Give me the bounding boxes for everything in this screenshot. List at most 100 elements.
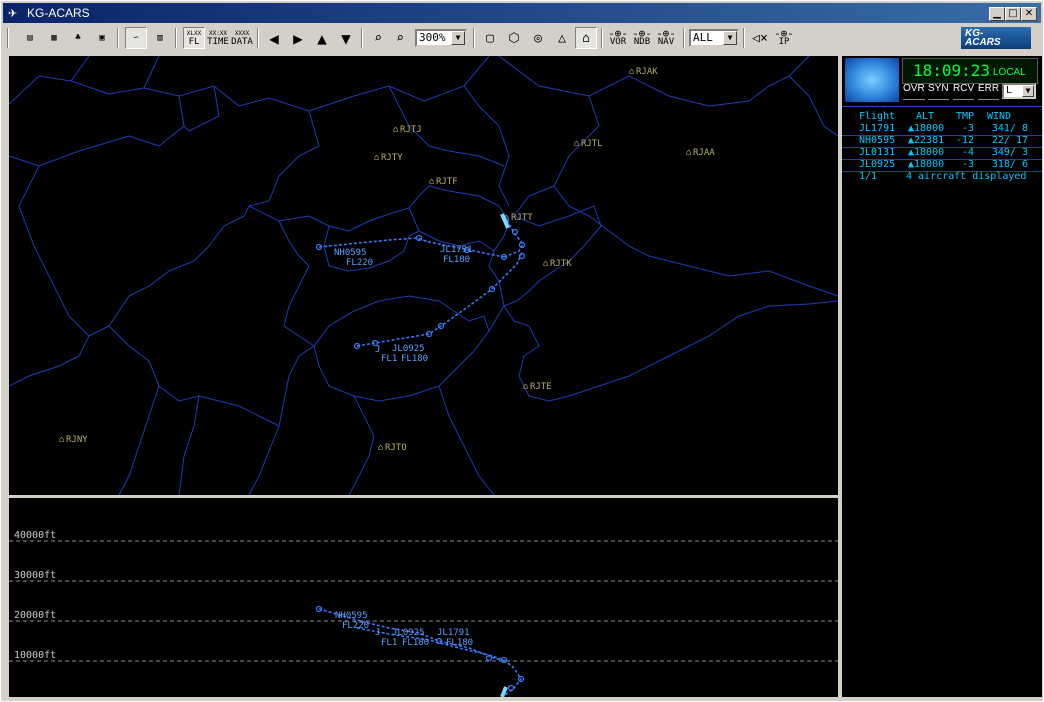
flight-label[interactable]: FL220 [346,258,373,268]
airports-layer: ⌂ RJAK⌂ RJTJ⌂ RJTL⌂ RJAA⌂ RJTY⌂ RJTF⌂ RJTT⌂ RJTK… [59,67,715,453]
clock-display: 18:09:23 LOCAL [902,58,1038,84]
airport-icon[interactable]: ⌂ [575,27,597,49]
airport-marker[interactable]: ⌂ RJTJ [393,125,422,135]
cell-wind: 341/ 8 [991,123,1028,134]
err-indicator: ERR [978,83,1000,100]
altitude-profile-view[interactable]: 40000ft 30000ft 20000ft 10000ft NH0595 FL220… [9,498,838,697]
maximize-button[interactable]: □ [1005,7,1021,21]
map-view[interactable]: ⌂ RJAK ⌂ RJTJ ⌂ RJTL ⌂ RJAA ⌂ RJTY ⌂ RJTF ⌂ RJTT ⌂ RJTK… [9,56,838,495]
ip-button[interactable]: -⊕- IP [773,27,795,49]
clock-mode: LOCAL [993,67,1026,78]
zoom-select[interactable]: 300% ▼ [415,29,467,47]
cell-alt: ▲18000 [908,159,945,170]
cell-tmp: -12 [955,135,974,146]
filter-value: ALL [693,31,713,44]
profile-labels: NH0595FL220 JL0925 JL1791 FL1 FL180 FL180 J [335,611,473,648]
airport-marker[interactable]: ⌂ RJTF [429,177,458,187]
flight-label[interactable]: JL1791 [440,245,473,255]
time-button[interactable]: XX:XX TIME [207,27,229,49]
profile-canvas[interactable]: 40000ft 30000ft 20000ft 10000ft NH0595FL220… [9,498,838,697]
new-icon[interactable]: ▥ [149,27,171,49]
airport-marker[interactable]: ⌂ RJTE [523,382,552,392]
profile-flight-label[interactable]: JL1791 [437,628,470,638]
window-title: KG-ACARS [27,6,90,20]
cell-tmp: -3 [961,123,974,134]
airport-code: RJTK [550,259,572,269]
altitude-label: 40000ft [14,530,56,541]
close-button[interactable]: ✕ [1021,7,1037,21]
side-panel: 18:09:23 LOCAL OVR SYN RCV ERR L ▼ Fligh… [842,56,1042,697]
pan-right-icon[interactable]: ▶ [287,27,309,49]
profile-flight-label[interactable]: FL180 [402,638,429,648]
range-ring-icon[interactable]: ◎ [527,27,549,49]
filter-select[interactable]: ALL ▼ [689,29,739,47]
zoom-in-icon[interactable]: ⌕ [367,27,389,49]
airport-icon: ⌂ [686,148,691,158]
aircraft-icon[interactable]: ♣ [67,27,89,49]
airport-marker[interactable]: ⌂ RJNY [59,435,88,445]
aircraft-profile-symbol[interactable] [500,686,508,697]
pan-down-icon[interactable]: ▼ [335,27,357,49]
message-icon[interactable]: ▦ [43,27,65,49]
airport-code: RJTO [385,443,407,453]
airport-icon: ⌂ [378,443,383,453]
flight-label[interactable]: FL180 [443,255,470,265]
track-icon[interactable]: ∽ [125,27,147,49]
profile-flight-label[interactable]: FL1 [381,638,397,648]
title-bar[interactable]: ✈ KG-ACARS ▁ □ ✕ [3,3,1041,23]
fit-icon[interactable]: ▢ [479,27,501,49]
flight-label[interactable]: J [375,345,380,355]
airport-marker[interactable]: ⌂ RJTL [574,139,603,149]
route-icon[interactable]: ⬡ [503,27,525,49]
airport-marker[interactable]: ⌂ RJTK [543,259,572,269]
profile-flight-label[interactable]: J [375,628,380,638]
airport-code: RJTE [530,382,552,392]
triangle-icon[interactable]: △ [551,27,573,49]
vor-label: VOR [609,37,627,47]
flight-label[interactable]: JL0925 [392,344,425,354]
airport-code: RJAA [693,148,715,158]
display-icon[interactable]: ▣ [91,27,113,49]
app-window: ✈ KG-ACARS ▁ □ ✕ ▤ ▦ ♣ ▣ ∽ ▥ XLXX FL XX:X… [0,0,1044,702]
airport-code: RJTT [511,213,533,223]
mute-icon[interactable]: ◁× [749,27,771,49]
minimize-button[interactable]: ▁ [989,7,1005,21]
profile-flight-label[interactable]: FL180 [446,638,473,648]
chevron-down-icon[interactable]: ▼ [723,31,737,45]
pan-up-icon[interactable]: ▲ [311,27,333,49]
airport-code: RJTL [581,139,603,149]
mode-select[interactable]: L ▼ [1002,83,1036,99]
airport-marker[interactable]: ⌂ RJAA [686,148,715,158]
fl-label: FL [188,37,200,47]
profile-flight-label[interactable]: JL0925 [392,628,425,638]
list-icon[interactable]: ▤ [19,27,41,49]
cell-flight: NH0595 [859,135,896,146]
airport-icon: ⌂ [523,382,528,392]
table-footer: 1/1 4 aircraft displayed [842,171,1042,183]
data-button[interactable]: XXXX DATA [231,27,253,49]
cell-alt: ▲18000 [908,147,945,158]
vor-button[interactable]: -⊕- VOR [607,27,629,49]
cell-alt: ▲18000 [908,123,945,134]
chevron-down-icon[interactable]: ▼ [1022,85,1034,97]
flight-label[interactable]: FL1 [381,354,397,364]
chevron-down-icon[interactable]: ▼ [451,31,465,45]
airport-marker[interactable]: ⌂ RJTO [378,443,407,453]
flight-label[interactable]: FL180 [401,354,428,364]
airport-icon: ⌂ [59,435,64,445]
ndb-button[interactable]: -⊕- NDB [631,27,653,49]
pan-left-icon[interactable]: ◀ [263,27,285,49]
map-canvas[interactable]: ⌂ RJAK⌂ RJTJ⌂ RJTL⌂ RJAA⌂ RJTY⌂ RJTF⌂ RJTT⌂ RJTK… [9,56,838,495]
airport-code: RJTY [381,153,403,163]
airport-marker[interactable]: ⌂ RJTY [374,153,403,163]
cell-flight: JL0925 [859,159,896,170]
flight-label[interactable]: NH0595 [334,248,367,258]
fl-button[interactable]: XLXX FL [183,27,205,49]
profile-flight-label[interactable]: FL220 [342,621,369,631]
airport-marker[interactable]: ⌂ RJAK [629,67,658,77]
airport-icon: ⌂ [543,259,548,269]
ip-label: IP [778,37,790,47]
zoom-out-icon[interactable]: ⌕ [389,27,411,49]
profile-flight-label[interactable]: NH0595 [335,611,368,621]
nav-button[interactable]: -⊕- NAV [655,27,677,49]
